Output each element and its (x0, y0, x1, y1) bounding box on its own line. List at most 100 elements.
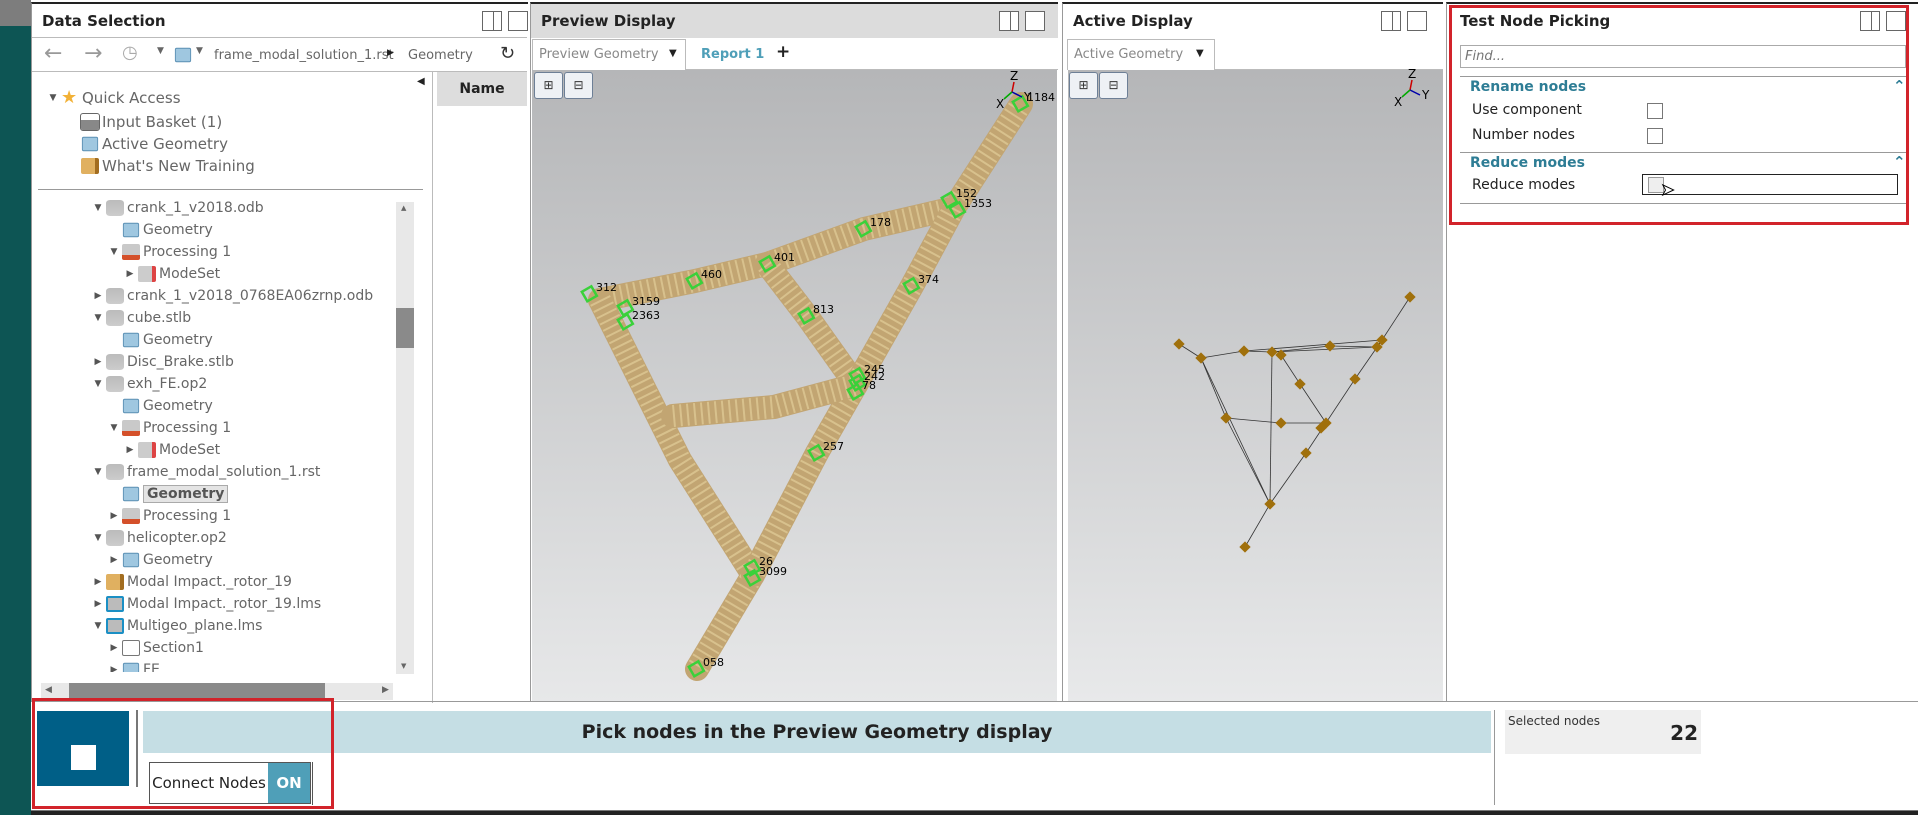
tree-item[interactable]: Geometry (108, 219, 213, 241)
breadcrumb-item[interactable]: Geometry (408, 48, 473, 63)
preview-viewport[interactable] (532, 70, 1057, 702)
selector-label: Preview Geometry (539, 47, 659, 62)
quick-access-input-basket[interactable]: Input Basket (1) (79, 111, 222, 133)
expand-toggle-icon[interactable]: ▶ (92, 577, 104, 587)
history-dropdown-icon[interactable]: ▼ (157, 46, 164, 56)
vertical-scrollbar[interactable]: ▲ ▼ (396, 202, 414, 674)
collapse-toggle-icon[interactable]: ▼ (108, 247, 120, 257)
tree-item[interactable]: Geometry (108, 329, 213, 351)
maximize-icon[interactable] (1025, 11, 1045, 31)
tree-item[interactable]: ▼ Multigeo_plane.lms (92, 615, 262, 637)
geometry-cube-icon[interactable] (174, 47, 192, 63)
expand-toggle-icon[interactable]: ▶ (108, 511, 120, 521)
chevron-down-icon: ▼ (669, 48, 677, 59)
tree-item[interactable]: ▼ frame_modal_solution_1.rst (92, 461, 320, 483)
tree-item[interactable]: ▶ Disc_Brake.stlb (92, 351, 234, 373)
tree-item[interactable]: ▼ Processing 1 (108, 241, 231, 263)
section-icon (122, 640, 140, 656)
expand-toggle-icon[interactable]: ▶ (124, 269, 136, 279)
add-tab-button[interactable]: + (776, 42, 790, 62)
database-icon (106, 376, 124, 392)
scroll-left-icon[interactable]: ◀ (45, 685, 52, 695)
collapse-toggle-icon[interactable]: ▼ (108, 423, 120, 433)
lms-file-icon (106, 596, 124, 612)
expand-toggle-icon[interactable]: ▶ (92, 357, 104, 367)
star-icon: ★ (61, 87, 78, 108)
fit-view-icon[interactable]: ⊞ (534, 72, 563, 99)
tree-item[interactable]: ▶ ModeSet (124, 439, 220, 461)
expand-toggle-icon[interactable]: ▶ (92, 599, 104, 609)
dock-icon[interactable] (482, 11, 502, 31)
active-display-panel: Active Display Active Geometry ▼ ⊞ ⊟ (1062, 2, 1443, 702)
tab-report-1[interactable]: Report 1 (701, 47, 764, 62)
tree-item[interactable]: ▶ FE (108, 659, 160, 672)
collapse-toggle-icon[interactable]: ▼ (92, 621, 104, 631)
name-column-header[interactable]: Name (437, 72, 527, 106)
collapse-toggle-icon[interactable]: ▼ (92, 533, 104, 543)
active-viewport[interactable] (1068, 70, 1443, 702)
tree-item-label: Processing 1 (143, 244, 232, 260)
expand-toggle-icon[interactable]: ▶ (92, 291, 104, 301)
selected-nodes-count: 22 (1670, 721, 1698, 745)
collapse-pane-icon[interactable]: ◀ (417, 76, 425, 87)
refresh-icon[interactable]: ↻ (500, 43, 515, 64)
collapse-toggle-icon[interactable]: ▼ (92, 379, 104, 389)
collapse-toggle-icon[interactable]: ▼ (92, 467, 104, 477)
scrollbar-thumb[interactable] (396, 308, 414, 348)
instruction-banner: Pick nodes in the Preview Geometry displ… (143, 711, 1491, 753)
tree-item[interactable]: ▼ crank_1_v2018.odb (92, 198, 264, 219)
location-dropdown-icon[interactable]: ▼ (196, 46, 203, 56)
tree-item[interactable]: ▶ crank_1_v2018_0768EA06zrnp.odb (92, 285, 373, 307)
preview-geometry-selector[interactable]: Preview Geometry ▼ (532, 39, 686, 70)
lms-file-icon (106, 618, 124, 634)
tree-item-label: Disc_Brake.stlb (127, 354, 234, 370)
tree-item[interactable]: ▼ exh_FE.op2 (92, 373, 207, 395)
expand-toggle-icon[interactable]: ▶ (108, 643, 120, 653)
tree-item[interactable]: ▶ Modal Impact._rotor_19.lms (92, 593, 321, 615)
zoom-box-icon[interactable]: ⊟ (1099, 72, 1128, 99)
database-icon (106, 310, 124, 326)
tree-item-label: cube.stlb (127, 310, 192, 326)
tree-item-label: helicopter.op2 (127, 530, 227, 546)
quick-access-active-geometry[interactable]: Active Geometry (79, 133, 228, 155)
processing-icon (122, 508, 140, 524)
maximize-icon[interactable] (1407, 11, 1427, 31)
dock-icon[interactable] (999, 11, 1019, 31)
tree-item-label: Processing 1 (143, 420, 232, 436)
tree-item[interactable]: ▶ Processing 1 (108, 505, 231, 527)
fit-view-icon[interactable]: ⊞ (1069, 72, 1098, 99)
geometry-cube-icon (122, 486, 140, 502)
tree-item[interactable]: ▶ Section1 (108, 637, 204, 659)
tree-item-label: Processing 1 (143, 508, 232, 524)
tree-item[interactable]: Geometry (108, 395, 213, 417)
collapse-toggle-icon[interactable]: ▼ (92, 203, 104, 213)
expand-toggle-icon[interactable]: ▶ (108, 665, 120, 672)
back-arrow-icon[interactable]: ← (44, 41, 62, 66)
tree-item[interactable]: ▼ cube.stlb (92, 307, 191, 329)
scroll-up-icon[interactable]: ▲ (401, 204, 406, 212)
active-geometry-selector[interactable]: Active Geometry ▼ (1067, 39, 1215, 70)
quick-access-item[interactable]: ▼ ★ Quick Access (47, 87, 181, 109)
tree-item[interactable]: ▼ Processing 1 (108, 417, 231, 439)
tree-item-label: crank_1_v2018.odb (127, 200, 264, 216)
breadcrumb-item[interactable]: frame_modal_solution_1.rst (214, 48, 394, 63)
tree-item[interactable]: ▶ ModeSet (124, 263, 220, 285)
maximize-icon[interactable] (508, 11, 528, 31)
expand-toggle-icon[interactable]: ▼ (47, 93, 59, 103)
history-icon[interactable]: ◷ (122, 42, 138, 63)
expand-toggle-icon[interactable]: ▶ (124, 445, 136, 455)
forward-arrow-icon[interactable]: → (84, 41, 102, 66)
tree-item[interactable]: ▶ Modal Impact._rotor_19 (92, 571, 292, 593)
dock-icon[interactable] (1381, 11, 1401, 31)
tree-item[interactable]: ▼ helicopter.op2 (92, 527, 227, 549)
tree-item[interactable]: ▶ Geometry (108, 549, 213, 571)
scroll-right-icon[interactable]: ▶ (382, 685, 389, 695)
collapse-toggle-icon[interactable]: ▼ (92, 313, 104, 323)
tree-item-label: Geometry (143, 332, 213, 348)
database-icon (106, 464, 124, 480)
zoom-box-icon[interactable]: ⊟ (564, 72, 593, 99)
scroll-down-icon[interactable]: ▼ (401, 662, 406, 670)
tree-item[interactable]: Geometry (108, 483, 229, 505)
expand-toggle-icon[interactable]: ▶ (108, 555, 120, 565)
quick-access-whats-new[interactable]: What's New Training (79, 155, 255, 177)
